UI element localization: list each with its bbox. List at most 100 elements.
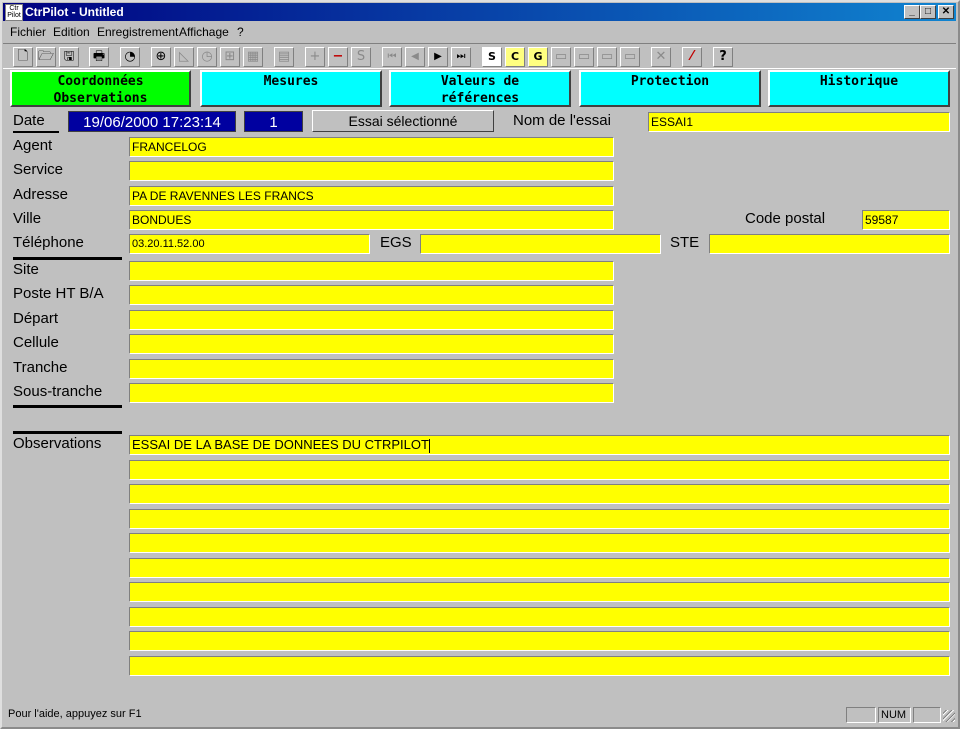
- doc4-icon[interactable]: ▭: [620, 47, 640, 67]
- help-icon[interactable]: ?: [713, 47, 733, 67]
- print-icon[interactable]: 🖶: [89, 47, 109, 67]
- telephone-field[interactable]: 03.20.11.52.00: [129, 234, 370, 254]
- ville-label: Ville: [13, 210, 42, 227]
- tab-label: Mesures: [263, 74, 319, 89]
- grid-icon[interactable]: ⊞: [220, 47, 240, 67]
- menu-affichage[interactable]: Affichage: [179, 25, 229, 39]
- status-pane-scrl: [913, 707, 941, 723]
- close-button[interactable]: ✕: [938, 5, 954, 19]
- notes-icon[interactable]: ▤: [274, 47, 294, 67]
- open-icon[interactable]: 🗁: [36, 47, 56, 67]
- save-icon[interactable]: 🖫: [59, 47, 79, 67]
- doc2-icon[interactable]: ▭: [574, 47, 594, 67]
- test-name-label: Nom de l'essai: [513, 112, 611, 129]
- status-pane-num: NUM: [878, 707, 911, 723]
- service-field[interactable]: [129, 161, 614, 181]
- tab-coordonnees-observations[interactable]: Coordonnées Observations: [10, 70, 191, 107]
- adresse-field[interactable]: PA DE RAVENNES LES FRANCS: [129, 186, 614, 206]
- tab-mesures[interactable]: Mesures: [200, 70, 382, 107]
- next-record-icon[interactable]: ▶: [428, 47, 448, 67]
- ville-field[interactable]: BONDUES: [129, 210, 614, 230]
- section-divider-observations: [13, 431, 122, 434]
- observation-line-6[interactable]: [129, 558, 950, 578]
- cellule-label: Cellule: [13, 334, 59, 351]
- fc-icon[interactable]: C: [505, 47, 525, 67]
- clock-icon[interactable]: ◷: [197, 47, 217, 67]
- observation-text: ESSAI DE LA BASE DE DONNEES DU CTRPILOT: [132, 437, 429, 452]
- probe-icon[interactable]: ⁄: [682, 47, 702, 67]
- section-divider-bottom: [13, 405, 122, 408]
- observation-line-1[interactable]: ESSAI DE LA BASE DE DONNEES DU CTRPILOT: [129, 435, 950, 455]
- doc1-icon[interactable]: ▭: [551, 47, 571, 67]
- observation-line-3[interactable]: [129, 484, 950, 504]
- chart-icon[interactable]: ◺: [174, 47, 194, 67]
- tranche-label: Tranche: [13, 359, 68, 376]
- date-label: Date: [13, 112, 45, 129]
- site-label: Site: [13, 261, 39, 278]
- egs-field[interactable]: [420, 234, 661, 254]
- tranche-field[interactable]: [129, 359, 614, 379]
- depart-field[interactable]: [129, 310, 614, 330]
- minimize-button[interactable]: _: [904, 5, 920, 19]
- poste-field[interactable]: [129, 285, 614, 305]
- toolbar: 🗋 🗁 🖫 🖶 ◔ ⊕ ◺ ◷ ⊞ ▦ ▤ + − S ⏮ ◀ ▶ ⏭ S C …: [3, 43, 956, 69]
- tab-protection[interactable]: Protection: [579, 70, 761, 107]
- observation-line-2[interactable]: [129, 460, 950, 480]
- code-postal-field[interactable]: 59587: [862, 210, 950, 230]
- adresse-label: Adresse: [13, 186, 69, 203]
- window-title: CtrPilot - Untitled: [25, 5, 124, 19]
- observation-line-10[interactable]: [129, 656, 950, 676]
- gauge-icon[interactable]: ◔: [120, 47, 140, 67]
- fg-icon[interactable]: G: [528, 47, 548, 67]
- observation-line-8[interactable]: [129, 607, 950, 627]
- first-record-icon[interactable]: ⏮: [382, 47, 402, 67]
- tab-label: Coordonnées Observations: [53, 74, 148, 106]
- sous-tranche-label: Sous-tranche: [13, 383, 103, 400]
- crosshair-icon[interactable]: ⊕: [151, 47, 171, 67]
- plus-icon[interactable]: +: [305, 47, 325, 67]
- service-label: Service: [13, 161, 64, 178]
- tab-label: Historique: [819, 74, 899, 89]
- doc3-icon[interactable]: ▭: [597, 47, 617, 67]
- prev-record-icon[interactable]: ◀: [405, 47, 425, 67]
- maximize-button[interactable]: □: [920, 5, 936, 19]
- last-record-icon[interactable]: ⏭: [451, 47, 471, 67]
- ste-field[interactable]: [709, 234, 950, 254]
- text-caret: [428, 438, 430, 453]
- observation-line-9[interactable]: [129, 631, 950, 651]
- telephone-label: Téléphone: [13, 234, 84, 251]
- menu-fichier[interactable]: Fichier: [10, 25, 46, 39]
- resize-grip-icon[interactable]: [943, 710, 955, 722]
- essai-selectionne-button[interactable]: Essai sélectionné: [312, 110, 494, 132]
- status-pane-caps: [846, 707, 876, 723]
- observation-line-4[interactable]: [129, 509, 950, 529]
- depart-label: Départ: [13, 310, 59, 327]
- tab-valeurs-references[interactable]: Valeurs de références: [389, 70, 571, 107]
- delete-icon[interactable]: ✕: [651, 47, 671, 67]
- tab-historique[interactable]: Historique: [768, 70, 950, 107]
- title-bar[interactable]: Ctr Pilot CtrPilot - Untitled _ □ ✕: [3, 3, 956, 21]
- status-bar: Pour l'aide, appuyez sur F1 NUM: [3, 705, 956, 725]
- egs-label: EGS: [380, 234, 412, 251]
- fs-icon[interactable]: S: [482, 47, 502, 67]
- cellule-field[interactable]: [129, 334, 614, 354]
- agent-field[interactable]: FRANCELOG: [129, 137, 614, 157]
- test-name-field[interactable]: ESSAI1: [648, 112, 950, 132]
- tab-label: Valeurs de références: [440, 74, 520, 106]
- menu-enregistrement[interactable]: Enregistrement: [97, 25, 178, 39]
- site-field[interactable]: [129, 261, 614, 281]
- sous-tranche-field[interactable]: [129, 383, 614, 403]
- observation-line-5[interactable]: [129, 533, 950, 553]
- record-number: 1: [244, 111, 303, 132]
- agent-label: Agent: [13, 137, 53, 154]
- code-postal-label: Code postal: [745, 210, 826, 227]
- poste-label: Poste HT B/A: [13, 285, 104, 302]
- table-icon[interactable]: ▦: [243, 47, 263, 67]
- menu-bar: Fichier Edition Enregistrement Affichage…: [3, 22, 956, 42]
- menu-edition[interactable]: Edition: [53, 25, 90, 39]
- s-icon[interactable]: S: [351, 47, 371, 67]
- observation-line-7[interactable]: [129, 582, 950, 602]
- new-icon[interactable]: 🗋: [13, 47, 33, 67]
- minus-icon[interactable]: −: [328, 47, 348, 67]
- menu-help[interactable]: ?: [237, 25, 244, 39]
